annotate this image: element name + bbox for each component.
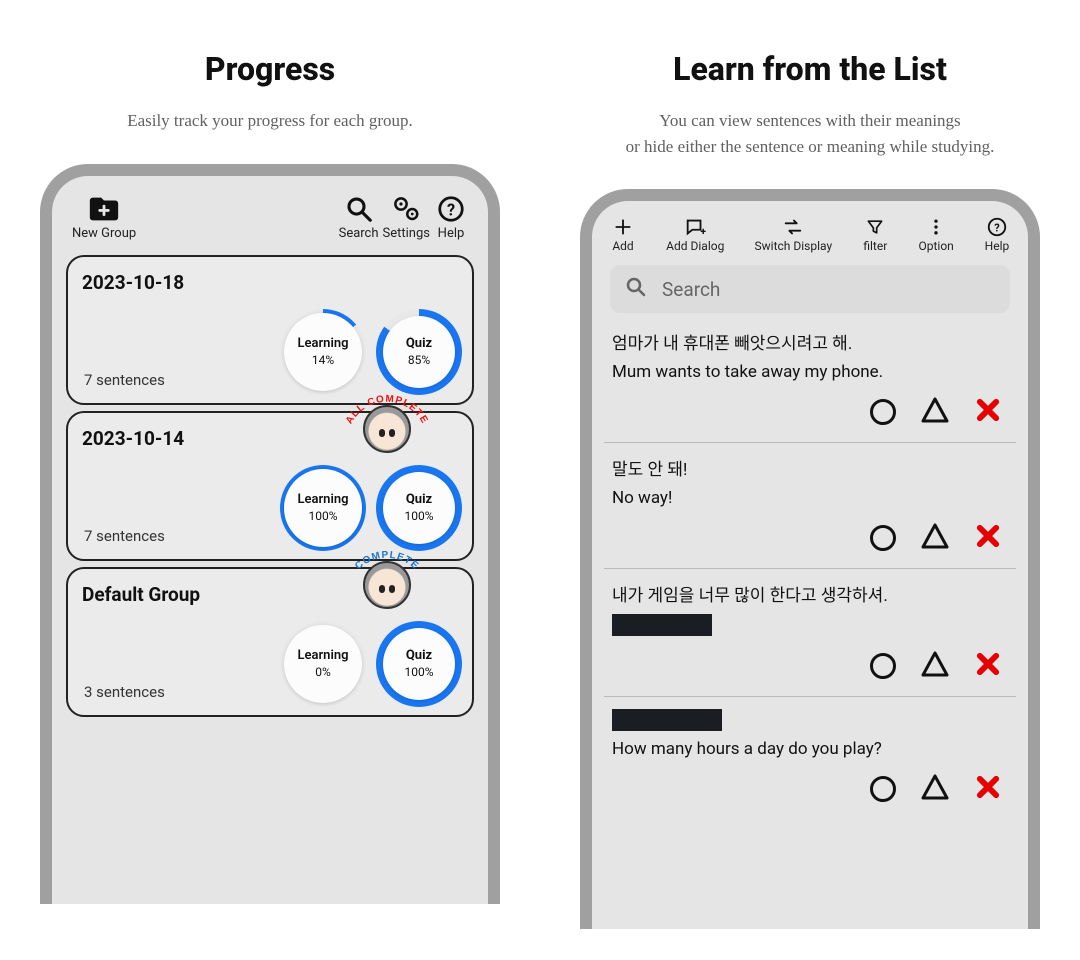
sentence-row[interactable]: 엄마가 내 휴대폰 빼앗으시려고 해. Mum wants to take awa… [604,317,1016,443]
folder-plus-icon [87,192,121,226]
group-title: Default Group [82,583,458,606]
sentence-en: Mum wants to take away my phone. [612,362,1008,382]
settings-button[interactable]: Settings [383,192,430,241]
group-card[interactable]: ALL COMPLETE 2023-10-14 7 sentences Lear… [66,411,474,561]
progress-ring: Quiz 100% [376,621,462,707]
right-phone-frame: Add + Add Dialog Switch Display filter O… [580,189,1040,929]
help-button[interactable]: ? Help [434,192,468,241]
option-button[interactable]: Option [918,215,953,253]
sentence-row[interactable]: 내가 게임을 너무 많이 한다고 생각하셔. [604,569,1016,697]
group-title: 2023-10-18 [82,271,458,294]
group-count: 7 sentences [84,527,165,545]
sentence-ko: 내가 게임을 너무 많이 한다고 생각하셔. [612,581,1008,606]
left-phone-frame: New Group Search Settings [40,164,500,904]
progress-ring: Quiz 85% [376,309,462,395]
right-subhead: You can view sentences with their meanin… [606,108,1015,159]
settings-label: Settings [383,226,430,241]
search-button[interactable]: Search [339,192,379,241]
switch-label: Switch Display [755,239,833,253]
sentence-en: No way! [612,488,1008,508]
sentence-en: How many hours a day do you play? [612,739,1008,759]
more-vert-icon [923,215,949,239]
rate-x-button[interactable] [974,650,1002,682]
rating-row [612,518,1008,560]
rate-triangle-button[interactable] [920,396,950,428]
svg-text:?: ? [994,222,1000,235]
left-headline: Progress [205,50,335,88]
progress-ring: Learning 100% [280,465,366,551]
redacted-text [612,709,722,731]
right-headline: Learn from the List [673,50,947,88]
svg-text:?: ? [447,200,455,219]
group-card[interactable]: 2023-10-18 7 sentences Learning 14% Quiz… [66,255,474,405]
rate-triangle-button[interactable] [920,522,950,554]
help-icon: ? [984,215,1010,239]
group-count: 3 sentences [84,683,165,701]
rate-circle-button[interactable] [870,776,896,802]
add-button[interactable]: Add [610,215,636,253]
search-placeholder: Search [662,278,720,301]
left-toolbar: New Group Search Settings [64,188,476,249]
left-subhead: Easily track your progress for each grou… [107,108,433,134]
filter-button[interactable]: filter [862,215,888,253]
help-label-right: Help [985,239,1010,253]
rating-row [612,646,1008,688]
rating-row [612,769,1008,811]
add-dialog-button[interactable]: + Add Dialog [666,215,724,253]
help-button-right[interactable]: ? Help [984,215,1010,253]
search-input[interactable]: Search [610,265,1010,313]
filter-label: filter [863,239,887,253]
sentence-row[interactable]: 말도 안 돼! No way! [604,443,1016,569]
svg-text:+: + [701,226,707,237]
group-title: 2023-10-14 [82,427,458,450]
new-group-label: New Group [72,226,136,241]
rate-triangle-button[interactable] [920,650,950,682]
help-icon: ? [434,192,468,226]
progress-ring: Quiz 100% [376,465,462,551]
add-dialog-label: Add Dialog [666,239,724,253]
group-card[interactable]: COMPLETE Default Group 3 sentences Learn… [66,567,474,717]
rating-row [612,392,1008,434]
option-label: Option [918,239,953,253]
sentence-ko: 엄마가 내 휴대폰 빼앗으시려고 해. [612,329,1008,354]
sentence-row[interactable]: How many hours a day do you play? [604,697,1016,819]
new-group-button[interactable]: New Group [72,192,136,241]
progress-ring: Learning 0% [280,621,366,707]
swap-icon [780,215,806,239]
filter-icon [862,215,888,239]
progress-ring: Learning 14% [280,309,366,395]
rate-x-button[interactable] [974,773,1002,805]
add-label: Add [612,239,633,253]
gears-icon [389,192,423,226]
group-count: 7 sentences [84,371,165,389]
plus-icon [610,215,636,239]
rate-triangle-button[interactable] [920,773,950,805]
rate-x-button[interactable] [974,522,1002,554]
switch-display-button[interactable]: Switch Display [755,215,833,253]
search-icon [624,275,648,303]
right-toolbar: Add + Add Dialog Switch Display filter O… [604,213,1016,259]
redacted-text [612,614,712,636]
help-label: Help [438,226,465,241]
chat-plus-icon: + [682,215,708,239]
rate-circle-button[interactable] [870,399,896,425]
rate-circle-button[interactable] [870,653,896,679]
search-icon [342,192,376,226]
rate-circle-button[interactable] [870,525,896,551]
search-label: Search [339,226,379,241]
rate-x-button[interactable] [974,396,1002,428]
sentence-ko: 말도 안 돼! [612,455,1008,480]
